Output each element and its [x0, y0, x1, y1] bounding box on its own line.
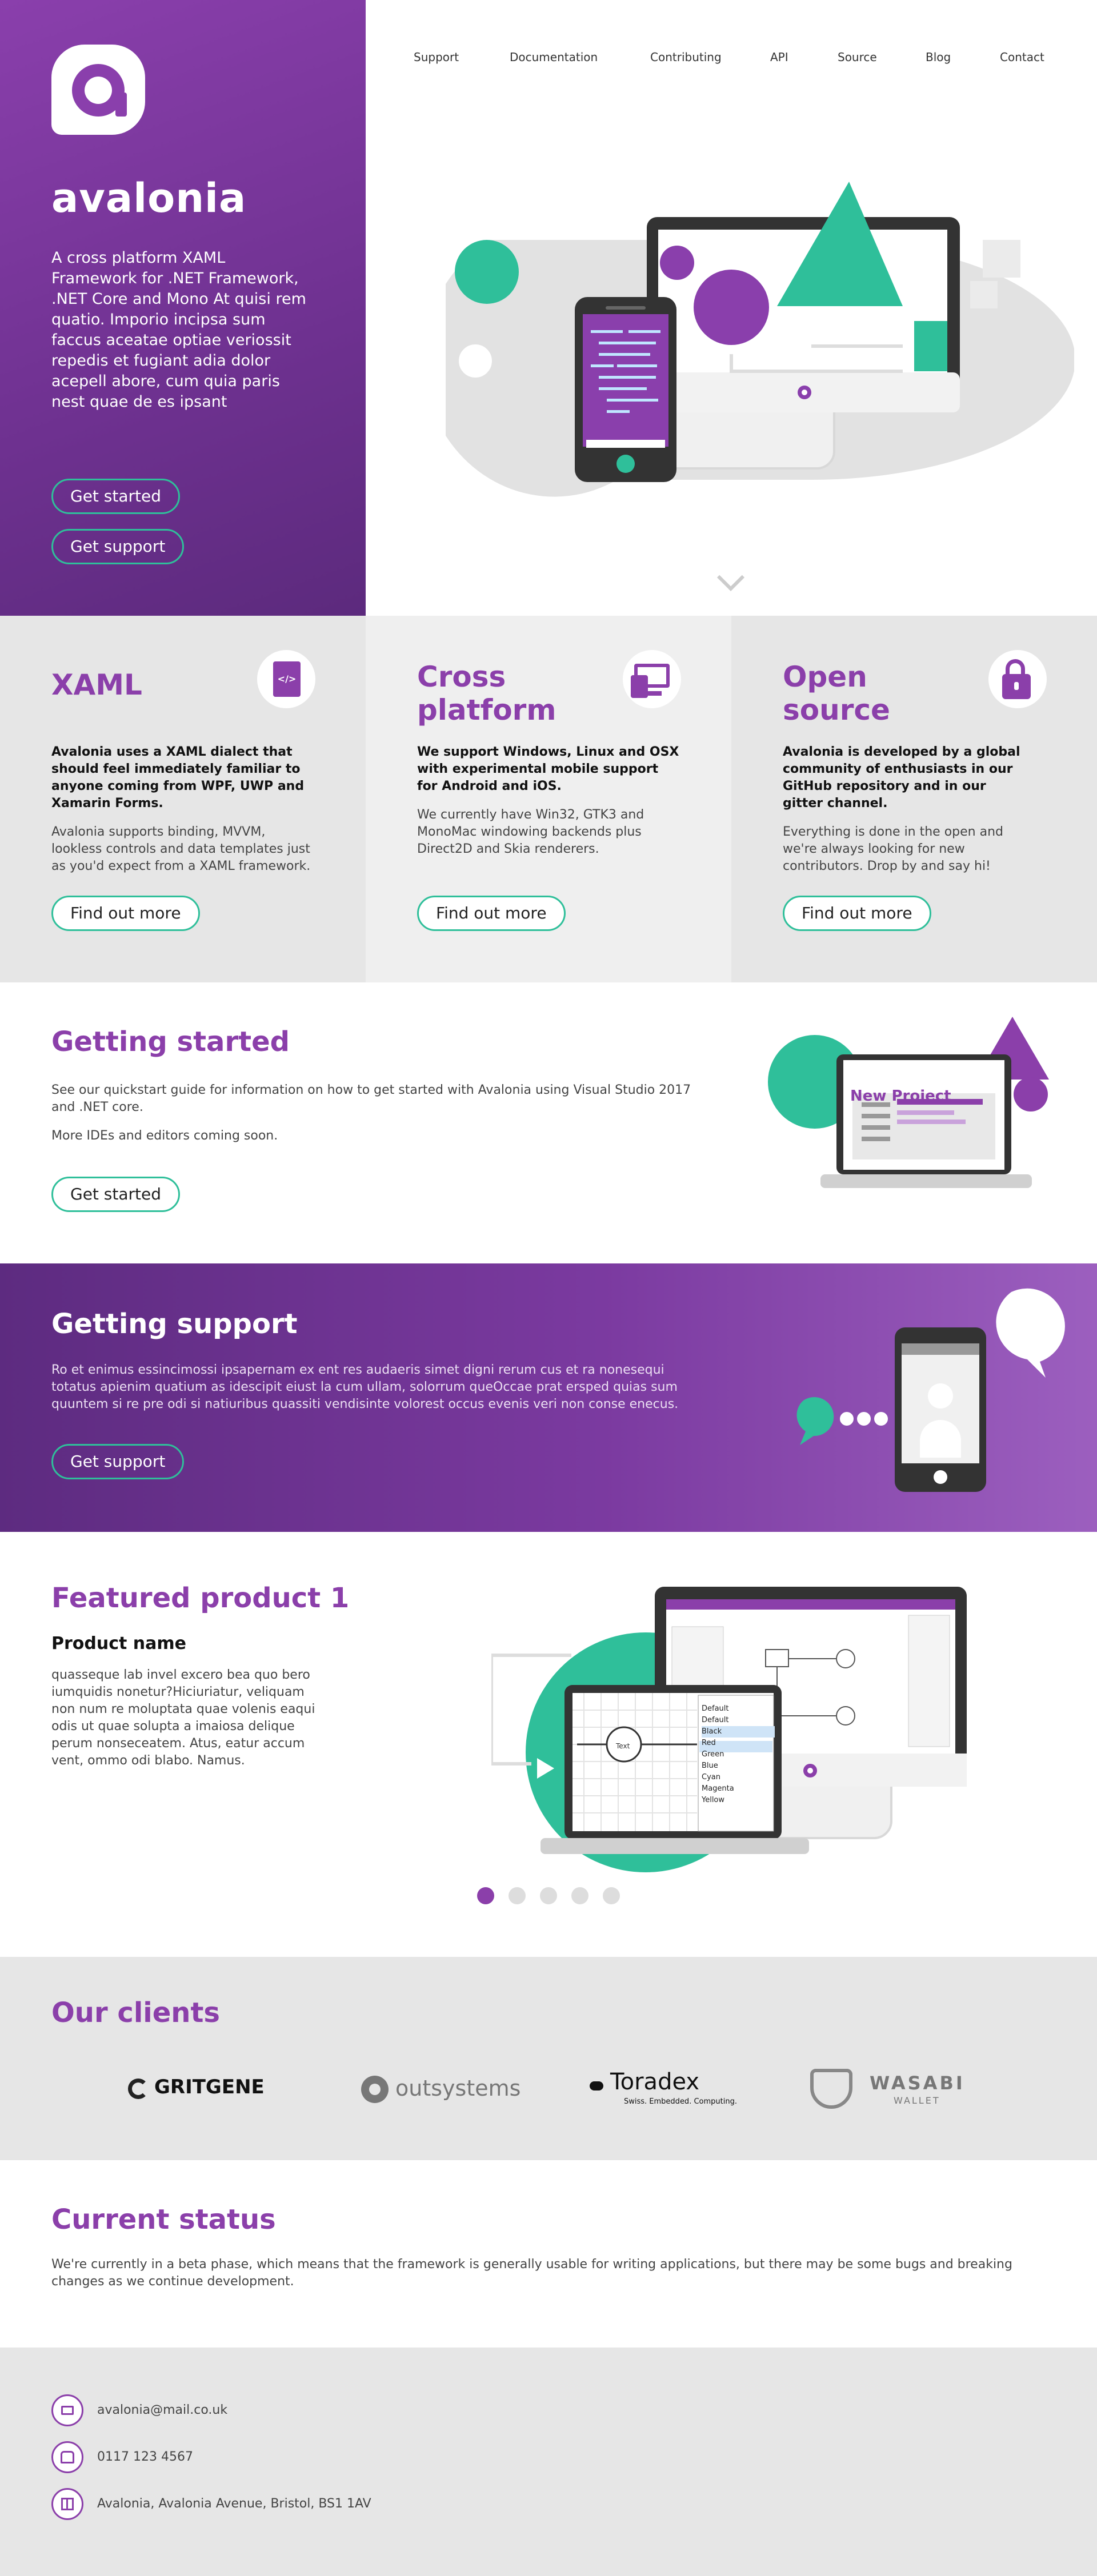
feature-find-out-more-button[interactable]: Find out more: [783, 896, 931, 931]
hero-illustration: [446, 182, 1074, 497]
carousel-dot[interactable]: [571, 1887, 588, 1904]
feature-bold-text: Avalonia is developed by a global commun…: [783, 745, 1020, 810]
avalonia-small-logo-icon: [798, 386, 811, 399]
toradex-mark-icon: [590, 2081, 603, 2091]
feature-title: Cross platform: [417, 660, 556, 727]
getting-started-title: Getting started: [51, 1026, 290, 1058]
nav-contact[interactable]: Contact: [1000, 50, 1044, 64]
hero-description: A cross platform XAML Framework for .NET…: [51, 249, 306, 411]
carousel-pagination: [477, 1887, 620, 1904]
getting-support-button[interactable]: Get support: [51, 1444, 185, 1479]
getting-support-title: Getting support: [51, 1308, 298, 1340]
feature-title: Open source: [783, 660, 890, 727]
client-logo-text: GRITGENE: [154, 2076, 265, 2098]
carousel-dot[interactable]: [477, 1887, 494, 1904]
screen-list-item: Magenta: [702, 1784, 734, 1793]
contact-address-text: Avalonia, Avalonia Avenue, Bristol, BS1 …: [97, 2497, 371, 2511]
outsystems-mark-icon: [361, 2076, 389, 2103]
getting-started-button[interactable]: Get started: [51, 1177, 181, 1212]
nav-documentation[interactable]: Documentation: [510, 50, 598, 64]
hero-get-support-button[interactable]: Get support: [51, 529, 185, 564]
node-text-label: Text: [616, 1742, 630, 1750]
top-navigation: Support Documentation Contributing API S…: [366, 50, 1097, 67]
featured-product-section: Featured product 1 Product name quassequ…: [0, 1532, 1097, 1957]
feature-bold-text: Avalonia uses a XAML dialect that should…: [51, 745, 305, 810]
hero-section: avalonia A cross platform XAML Framework…: [0, 0, 1097, 616]
feature-text: Avalonia supports binding, MVVM, lookles…: [51, 825, 311, 873]
feature-bold-text: We support Windows, Linux and OSX with e…: [417, 745, 679, 793]
avalonia-logo-icon[interactable]: [51, 45, 145, 135]
devices-icon: [623, 650, 681, 708]
contact-phone-text: 0117 123 4567: [97, 2450, 193, 2464]
contact-email[interactable]: avalonia@mail.co.uk: [51, 2394, 566, 2426]
screen-list-item: Black: [702, 1726, 775, 1738]
feature-card-xaml: XAML </> Avalonia uses a XAML dialect th…: [0, 616, 366, 982]
hero-get-started-button[interactable]: Get started: [51, 479, 181, 514]
feature-text: We currently have Win32, GTK3 and MonoMa…: [417, 808, 644, 856]
status-section: Current status We're currently in a beta…: [0, 2160, 1097, 2348]
feature-card-cross-platform: Cross platform We support Windows, Linux…: [366, 616, 731, 982]
wasabi-shield-icon: [810, 2069, 852, 2109]
phone-icon: [51, 2441, 83, 2473]
laptop-illustration: [768, 1017, 1049, 1188]
map-icon: [51, 2488, 83, 2520]
getting-started-text-2: More IDEs and editors coming soon.: [51, 1129, 278, 1143]
client-logo-text: outsystems: [395, 2076, 521, 2101]
screen-list-item: Green: [702, 1750, 724, 1759]
phone-chat-illustration: [796, 1288, 1065, 1492]
contact-address[interactable]: Avalonia, Avalonia Avenue, Bristol, BS1 …: [51, 2488, 566, 2520]
footer: avalonia@mail.co.uk 0117 123 4567 Avalon…: [0, 2348, 1097, 2576]
screen-list-item: Red: [702, 1739, 716, 1747]
brand-name: avalonia: [51, 175, 247, 222]
open-lock-icon: [988, 650, 1047, 708]
client-logo-tagline: Swiss. Embedded. Computing.: [624, 2097, 737, 2106]
footer-contact-list: avalonia@mail.co.uk 0117 123 4567 Avalon…: [51, 2394, 566, 2543]
screen-color-list: Default Default Black Red Green Blue Cya…: [702, 1703, 775, 1806]
xaml-file-icon: </>: [257, 650, 315, 708]
carousel-dot[interactable]: [603, 1887, 620, 1904]
carousel-dot[interactable]: [540, 1887, 557, 1904]
features-section: XAML </> Avalonia uses a XAML dialect th…: [0, 616, 1097, 982]
nav-api[interactable]: API: [770, 50, 788, 64]
getting-started-text: See our quickstart guide for information…: [51, 1083, 691, 1114]
hero-sidebar: avalonia A cross platform XAML Framework…: [0, 0, 366, 616]
getting-support-section: Getting support Ro et enimus essincimoss…: [0, 1263, 1097, 1532]
getting-support-text: Ro et enimus essincimossi ipsapernam ex …: [51, 1363, 679, 1411]
screen-list-item: Blue: [702, 1762, 718, 1770]
feature-card-open-source: Open source Avalonia is developed by a g…: [731, 616, 1097, 982]
feature-title: XAML: [51, 668, 142, 701]
product-name: Product name: [51, 1634, 187, 1654]
product-description: quasseque lab invel excero bea quo bero …: [51, 1668, 315, 1768]
client-logo-tagline: WALLET: [894, 2095, 940, 2106]
screen-list-item: Default: [702, 1716, 729, 1724]
scroll-down-chevron-icon[interactable]: [716, 563, 745, 592]
screen-list-item: Cyan: [702, 1773, 720, 1781]
feature-text: Everything is done in the open and we're…: [783, 825, 1003, 873]
featured-title: Featured product 1: [51, 1582, 350, 1614]
nav-contributing[interactable]: Contributing: [650, 50, 722, 64]
gritgene-mark-icon: [128, 2079, 149, 2099]
nav-support[interactable]: Support: [414, 50, 459, 64]
status-text: We're currently in a beta phase, which m…: [51, 2257, 1012, 2289]
screen-list-item: Yellow: [702, 1796, 725, 1804]
nav-source[interactable]: Source: [838, 50, 877, 64]
client-logo-text: Toradex: [610, 2069, 700, 2095]
contact-email-text: avalonia@mail.co.uk: [97, 2403, 228, 2417]
new-project-label: New Project: [850, 1088, 951, 1105]
clients-title: Our clients: [51, 1997, 220, 2029]
screen-list-item: Default: [702, 1704, 729, 1713]
feature-find-out-more-button[interactable]: Find out more: [417, 896, 566, 931]
client-logo-text: WASABI: [870, 2072, 965, 2094]
status-title: Current status: [51, 2204, 276, 2236]
envelope-icon: [51, 2394, 83, 2426]
carousel-dot[interactable]: [509, 1887, 526, 1904]
clients-section: Our clients GRITGENE outsystems Toradex …: [0, 1957, 1097, 2160]
getting-started-section: Getting started See our quickstart guide…: [0, 982, 1097, 1263]
contact-phone[interactable]: 0117 123 4567: [51, 2441, 566, 2473]
nav-blog[interactable]: Blog: [926, 50, 951, 64]
feature-find-out-more-button[interactable]: Find out more: [51, 896, 200, 931]
